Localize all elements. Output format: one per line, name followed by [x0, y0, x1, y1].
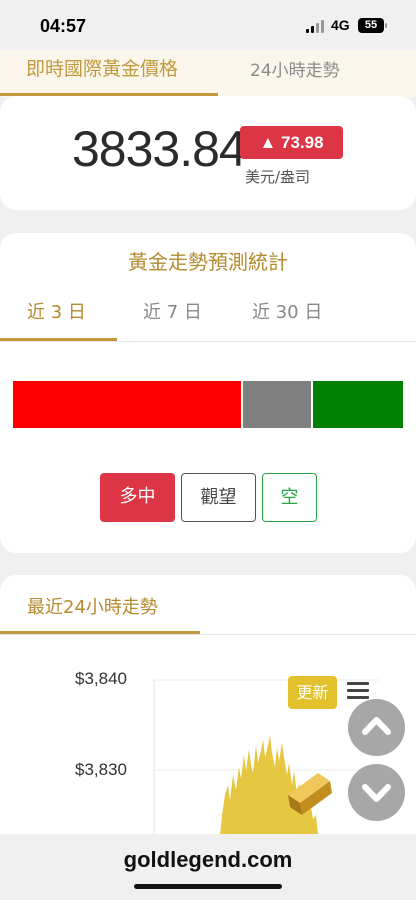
trend-chart: [153, 679, 380, 835]
y-tick-label: $3,840: [75, 669, 127, 688]
tab-3-days[interactable]: 近 3 日: [27, 298, 86, 324]
chevron-up-icon: [362, 717, 391, 735]
battery-icon: 55: [358, 18, 384, 33]
refresh-button[interactable]: 更新: [288, 676, 337, 709]
network-type: 4G: [331, 17, 350, 33]
gold-price: 3833.84: [72, 121, 247, 177]
price-change-badge: ▲ 73.98: [240, 126, 343, 159]
site-url[interactable]: goldlegend.com: [0, 847, 416, 873]
distribution-bar-watch: [243, 381, 311, 428]
tab-30-days[interactable]: 近 30 日: [252, 298, 322, 324]
tab-24h-trend[interactable]: 24小時走勢: [250, 56, 340, 81]
recent-trend-title: 最近24小時走勢: [27, 597, 158, 618]
distribution-bar-short: [313, 381, 403, 428]
tab-realtime-price[interactable]: 即時國際黃金價格: [26, 54, 178, 81]
short-button[interactable]: 空: [262, 473, 317, 522]
battery-tip: [385, 23, 387, 28]
status-bar: 04:57 4G 55: [0, 0, 416, 52]
browser-footer: goldlegend.com: [0, 834, 416, 900]
distribution-bar-long: [13, 381, 241, 428]
tab-divider: [0, 341, 416, 342]
tab-7-days[interactable]: 近 7 日: [143, 298, 202, 324]
recent-title-divider: [0, 634, 416, 635]
chevron-down-icon: [362, 784, 391, 802]
status-time: 04:57: [40, 16, 87, 36]
scroll-down-button[interactable]: [348, 764, 405, 821]
signal-icon: [306, 20, 324, 33]
long-button[interactable]: 多中: [100, 473, 175, 522]
top-tabs: 即時國際黃金價格 24小時走勢: [0, 50, 416, 98]
home-indicator: [134, 884, 282, 889]
y-tick-label: $3,830: [75, 760, 127, 779]
scroll-up-button[interactable]: [348, 699, 405, 756]
price-unit: 美元/盎司: [245, 168, 311, 186]
watch-button[interactable]: 觀望: [181, 473, 256, 522]
forecast-title: 黃金走勢預測統計: [128, 250, 288, 274]
